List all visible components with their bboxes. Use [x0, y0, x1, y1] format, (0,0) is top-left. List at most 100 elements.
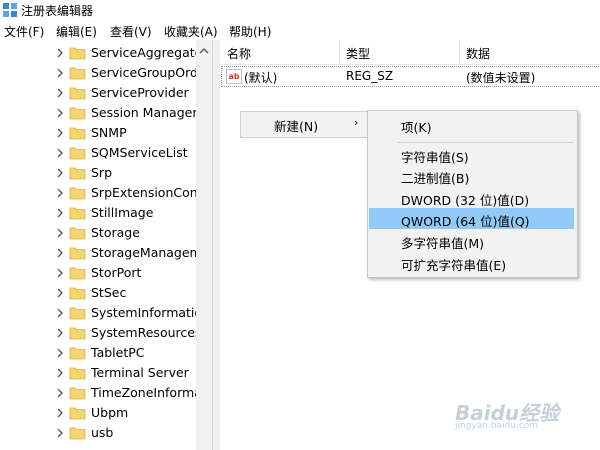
- menu-item-label: DWORD (32 位)值(D): [401, 193, 530, 208]
- scroll-up-arrow-icon[interactable]: [198, 46, 210, 56]
- tree-item-label: StSec: [91, 285, 127, 300]
- tree-item[interactable]: StillImage: [0, 203, 196, 223]
- expand-arrow-icon[interactable]: [56, 427, 64, 439]
- list-header: 名称 类型 数据: [220, 40, 600, 65]
- menu-item-label: 可扩充字符串值(E): [401, 258, 507, 273]
- menu-file[interactable]: 文件(F): [4, 23, 44, 40]
- tree-item[interactable]: ServiceAggregate: [0, 43, 196, 63]
- folder-icon: [69, 127, 86, 140]
- expand-arrow-icon[interactable]: [56, 127, 64, 139]
- tree-item[interactable]: Session Manager: [0, 103, 196, 123]
- tree-item[interactable]: ServiceProvider: [0, 83, 196, 103]
- folder-icon: [69, 367, 86, 380]
- watermark-subtext: jingyan.baidu.com: [455, 421, 539, 431]
- menu-item-qword-value[interactable]: QWORD (64 位)值(Q): [369, 208, 574, 229]
- registry-tree[interactable]: ServiceAggregate ServiceGroupOrde ServiceP…: [0, 40, 212, 450]
- menu-item-dword-value[interactable]: DWORD (32 位)值(D): [369, 187, 574, 208]
- expand-arrow-icon[interactable]: [56, 187, 64, 199]
- tree-item[interactable]: SystemInformation: [0, 303, 196, 323]
- menu-help[interactable]: 帮助(H): [229, 23, 271, 40]
- folder-icon: [69, 207, 86, 220]
- folder-icon: [69, 167, 86, 180]
- menu-item-key[interactable]: 项(K): [369, 114, 574, 135]
- column-header-type[interactable]: 类型: [346, 45, 370, 62]
- value-data: (数值未设置): [466, 71, 536, 85]
- registry-editor-icon: [3, 3, 17, 17]
- baidu-watermark-logo: Baidu经验 jingyan.baidu.com: [455, 395, 595, 431]
- tree-item-label: ServiceGroupOrde: [91, 65, 196, 80]
- tree-item[interactable]: StorPort: [0, 263, 196, 283]
- menu-item-string-value[interactable]: 字符串值(S): [369, 144, 574, 165]
- tree-item[interactable]: Srp: [0, 163, 196, 183]
- expand-arrow-icon[interactable]: [56, 147, 64, 159]
- tree-item[interactable]: ServiceGroupOrde: [0, 63, 196, 83]
- folder-icon: [69, 187, 86, 200]
- tree-item-label: StorageManagem: [91, 245, 196, 260]
- tree-item[interactable]: SQMServiceList: [0, 143, 196, 163]
- expand-arrow-icon[interactable]: [56, 347, 64, 359]
- tree-item[interactable]: SystemResources: [0, 323, 196, 343]
- tree-item-label: usb: [91, 425, 114, 440]
- expand-arrow-icon[interactable]: [56, 67, 64, 79]
- value-type: REG_SZ: [346, 69, 394, 83]
- column-header-name[interactable]: 名称: [227, 45, 251, 62]
- menu-bar: 文件(F) 编辑(E) 查看(V) 收藏夹(A) 帮助(H): [0, 20, 600, 40]
- folder-icon: [69, 287, 86, 300]
- tree-item-label: Ubpm: [91, 405, 129, 420]
- menu-item-label: 项(K): [401, 120, 432, 135]
- folder-icon: [69, 347, 86, 360]
- expand-arrow-icon[interactable]: [56, 407, 64, 419]
- expand-arrow-icon[interactable]: [56, 367, 64, 379]
- folder-icon: [69, 327, 86, 340]
- tree-item-label: Terminal Server: [91, 365, 189, 380]
- column-divider[interactable]: [339, 40, 340, 64]
- menu-favorites[interactable]: 收藏夹(A): [164, 23, 218, 40]
- tree-item-label: StillImage: [91, 205, 154, 220]
- tree-item[interactable]: StorageManagem: [0, 243, 196, 263]
- tree-item[interactable]: Storage: [0, 223, 196, 243]
- tree-item[interactable]: SrpExtensionConfi: [0, 183, 196, 203]
- expand-arrow-icon[interactable]: [56, 247, 64, 259]
- tree-item[interactable]: TabletPC: [0, 343, 196, 363]
- expand-arrow-icon[interactable]: [56, 267, 64, 279]
- tree-item[interactable]: SNMP: [0, 123, 196, 143]
- tree-item-label: SNMP: [91, 125, 127, 140]
- expand-arrow-icon[interactable]: [56, 307, 64, 319]
- menu-item-binary-value[interactable]: 二进制值(B): [369, 165, 574, 186]
- tree-item[interactable]: usb: [0, 423, 196, 443]
- expand-arrow-icon[interactable]: [56, 87, 64, 99]
- expand-arrow-icon[interactable]: [56, 167, 64, 179]
- menu-edit[interactable]: 编辑(E): [56, 23, 97, 40]
- expand-arrow-icon[interactable]: [56, 107, 64, 119]
- expand-arrow-icon[interactable]: [56, 47, 64, 59]
- menu-item-multi-string-value[interactable]: 多字符串值(M): [369, 230, 574, 251]
- menu-item-label: QWORD (64 位)值(Q): [401, 214, 530, 229]
- folder-icon: [69, 427, 86, 440]
- new-menu-label: 新建(N): [274, 119, 319, 134]
- menu-item-expandable-string-value[interactable]: 可扩充字符串值(E): [369, 252, 574, 273]
- tree-item[interactable]: StSec: [0, 283, 196, 303]
- tree-item[interactable]: Terminal Server: [0, 363, 196, 383]
- context-menu-new[interactable]: 新建(N) ›: [240, 111, 369, 138]
- expand-arrow-icon[interactable]: [56, 327, 64, 339]
- expand-arrow-icon[interactable]: [56, 387, 64, 399]
- folder-icon: [69, 227, 86, 240]
- expand-arrow-icon[interactable]: [56, 227, 64, 239]
- table-row[interactable]: ab (默认) REG_SZ (数值未设置): [221, 66, 600, 87]
- menu-item-label: 二进制值(B): [401, 171, 470, 186]
- expand-arrow-icon[interactable]: [56, 287, 64, 299]
- menu-view[interactable]: 查看(V): [110, 23, 152, 40]
- tree-item[interactable]: TimeZoneInforma: [0, 383, 196, 403]
- column-divider[interactable]: [459, 40, 460, 64]
- window-title: 注册表编辑器: [21, 4, 94, 18]
- menu-separator: [398, 142, 573, 143]
- tree-item[interactable]: Ubpm: [0, 403, 196, 423]
- tree-scrollbar[interactable]: [196, 40, 212, 450]
- column-header-data[interactable]: 数据: [466, 45, 490, 62]
- expand-arrow-icon[interactable]: [56, 207, 64, 219]
- string-value-icon: ab: [226, 69, 242, 84]
- folder-icon: [69, 67, 86, 80]
- menu-item-label: 字符串值(S): [401, 150, 469, 165]
- tree-item-label: SystemResources: [91, 325, 196, 340]
- folder-icon: [69, 307, 86, 320]
